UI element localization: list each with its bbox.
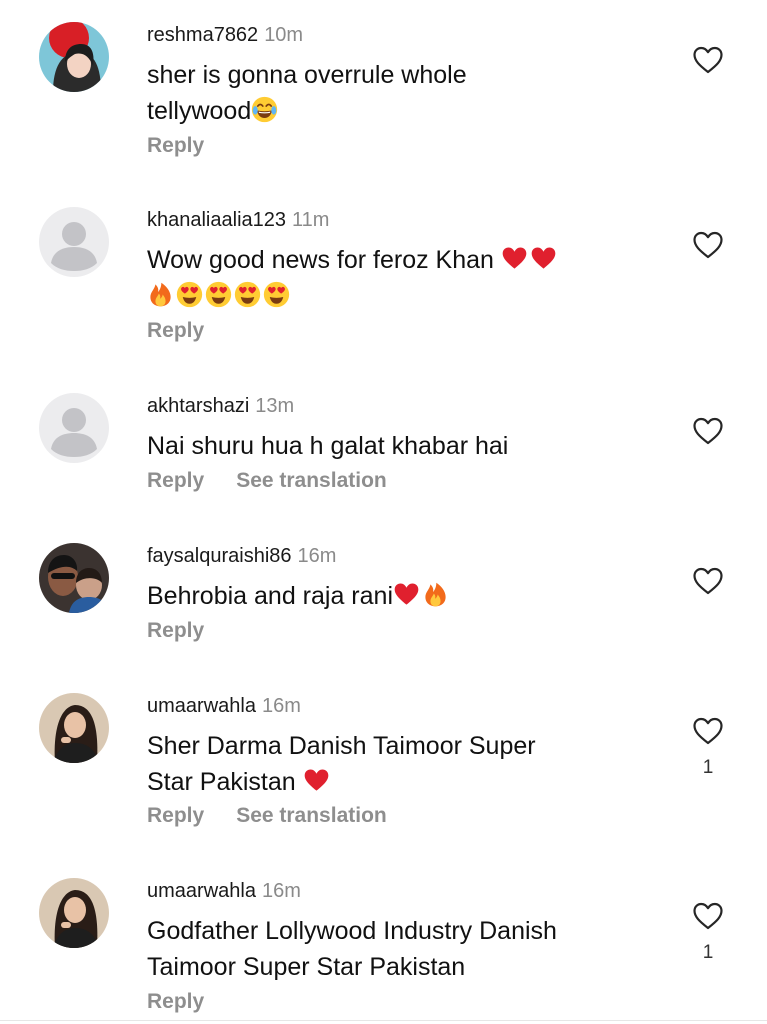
see-translation-button[interactable]: See translation <box>236 803 387 829</box>
person-silhouette-icon <box>39 393 109 463</box>
heart-eyes-emoji <box>263 281 290 308</box>
comment-actions: Reply <box>147 618 204 644</box>
reply-button[interactable]: Reply <box>147 803 204 829</box>
timestamp: 10m <box>264 24 304 46</box>
heart-outline-icon <box>693 417 723 445</box>
avatar[interactable] <box>39 22 109 92</box>
reply-button[interactable]: Reply <box>147 468 204 494</box>
comment-text: Wow good news for feroz Khan <box>147 242 647 314</box>
username[interactable]: umaarwahla <box>147 695 256 717</box>
profile-photo-icon <box>39 878 109 948</box>
like-button[interactable] <box>692 716 724 746</box>
tears-of-joy-emoji <box>251 96 278 123</box>
comment-actions: Reply <box>147 989 204 1015</box>
comment-text: Sher Darma Danish Taimoor Super Star Pak… <box>147 728 647 800</box>
heart-outline-icon <box>693 231 723 259</box>
comment-meta: umaarwahla 16m <box>147 693 301 719</box>
username[interactable]: akhtarshazi <box>147 395 249 417</box>
comment-meta: reshma7862 10m <box>147 22 303 48</box>
comment-actions: Reply <box>147 133 204 159</box>
comment-text: Behrobia and raja rani <box>147 578 647 614</box>
comment-text-line: sher is gonna overrule whole <box>147 61 467 89</box>
divider <box>0 1020 767 1021</box>
comment-text-line: tellywood <box>147 97 252 125</box>
reply-button[interactable]: Reply <box>147 618 204 644</box>
avatar[interactable] <box>39 693 109 763</box>
comment-meta: umaarwahla 16m <box>147 878 301 904</box>
comment-text-line: Wow good news for feroz Khan <box>147 246 494 274</box>
reply-button[interactable]: Reply <box>147 318 204 344</box>
avatar[interactable] <box>39 207 109 277</box>
fire-emoji <box>422 581 449 608</box>
red-heart-emoji <box>530 245 557 272</box>
like-button[interactable] <box>692 566 724 596</box>
comment-actions: Reply See translation <box>147 468 387 494</box>
profile-photo-icon <box>39 22 109 92</box>
username[interactable]: reshma7862 <box>147 24 258 46</box>
comment-actions: Reply <box>147 318 204 344</box>
timestamp: 16m <box>261 695 301 717</box>
username[interactable]: khanaliaalia123 <box>147 209 286 231</box>
timestamp: 16m <box>261 880 301 902</box>
username[interactable]: umaarwahla <box>147 880 256 902</box>
like-button[interactable] <box>692 901 724 931</box>
avatar[interactable] <box>39 543 109 613</box>
fire-emoji <box>147 281 174 308</box>
person-silhouette-icon <box>39 207 109 277</box>
like-count: 1 <box>702 942 714 963</box>
comment-text: Nai shuru hua h galat khabar hai <box>147 428 647 464</box>
comment-text-line: Sher Darma Danish Taimoor Super <box>147 732 536 760</box>
see-translation-button[interactable]: See translation <box>236 468 387 494</box>
timestamp: 16m <box>297 545 337 567</box>
heart-eyes-emoji <box>205 281 232 308</box>
comment-actions: Reply See translation <box>147 803 387 829</box>
comment-meta: akhtarshazi 13m <box>147 393 294 419</box>
reply-button[interactable]: Reply <box>147 989 204 1015</box>
comment-text-line: Taimoor Super Star Pakistan <box>147 953 466 981</box>
like-button[interactable] <box>692 416 724 446</box>
heart-eyes-emoji <box>176 281 203 308</box>
comment-text-line: Nai shuru hua h galat khabar hai <box>147 432 509 460</box>
red-heart-emoji <box>393 581 420 608</box>
heart-outline-icon <box>693 902 723 930</box>
profile-photo-icon <box>39 543 109 613</box>
avatar[interactable] <box>39 393 109 463</box>
red-heart-emoji <box>501 245 528 272</box>
like-button[interactable] <box>692 230 724 260</box>
comment-text-line: Behrobia and raja rani <box>147 582 393 610</box>
heart-eyes-emoji <box>234 281 261 308</box>
username[interactable]: faysalquraishi86 <box>147 545 292 567</box>
avatar[interactable] <box>39 878 109 948</box>
comment-text-line: Star Pakistan <box>147 768 303 796</box>
timestamp: 11m <box>292 209 330 231</box>
comment-meta: khanaliaalia123 11m <box>147 207 329 233</box>
red-heart-emoji <box>303 767 330 794</box>
heart-outline-icon <box>693 567 723 595</box>
like-count: 1 <box>702 757 714 778</box>
heart-outline-icon <box>693 717 723 745</box>
like-button[interactable] <box>692 45 724 75</box>
comment-text: Godfather Lollywood Industry Danish Taim… <box>147 913 647 985</box>
timestamp: 13m <box>255 395 295 417</box>
comment-text-line: Godfather Lollywood Industry Danish <box>147 917 557 945</box>
reply-button[interactable]: Reply <box>147 133 204 159</box>
profile-photo-icon <box>39 693 109 763</box>
heart-outline-icon <box>693 46 723 74</box>
comment-text: sher is gonna overrule whole tellywood <box>147 57 647 129</box>
comment-meta: faysalquraishi86 16m <box>147 543 336 569</box>
